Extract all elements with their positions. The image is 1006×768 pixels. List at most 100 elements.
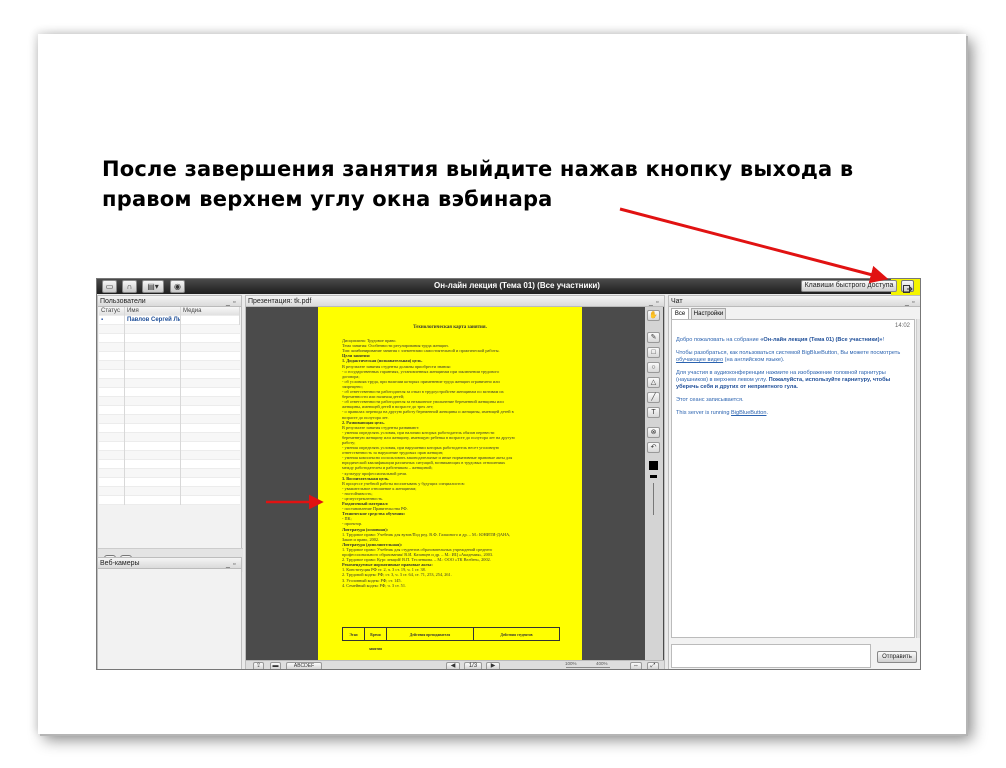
undo-icon[interactable]: ↶ [647,442,660,453]
tutorial-video-link[interactable]: обучающее видео [676,357,723,363]
maximize-icon[interactable]: ▫ [233,559,235,570]
welcome-message: Добро пожаловать на собрание «Он-лайн ле… [676,337,885,343]
webcams-panel: Веб-камеры _ ▫ [97,557,242,669]
table-row [99,397,240,406]
record-icon[interactable]: ◉ [170,280,185,293]
chat-scrollbar[interactable] [916,319,920,638]
chat-messages: 14:02 Добро пожаловать на собрание «Он-л… [671,319,915,638]
table-row[interactable]: ▪ Павлов Сергей Львович [99,316,240,325]
instruction-heading: После завершения занятия выйдите нажав к… [102,154,942,214]
zoom-max-label: 400% [596,661,608,666]
table-row [99,451,240,460]
line-icon[interactable]: ╱ [647,392,660,403]
heading-line-1: После завершения занятия выйдите нажав к… [102,157,854,181]
next-page-icon[interactable]: ▶ [486,662,500,669]
ellipse-icon[interactable]: ○ [647,362,660,373]
pan-hand-icon[interactable]: ✋ [647,310,660,321]
heading-line-2: правом верхнем углу окна вэбинара [102,187,553,211]
chat-input[interactable] [671,644,871,668]
triangle-icon[interactable]: △ [647,377,660,388]
bigbluebutton-link[interactable]: BigBlueButton [731,410,766,416]
clear-icon[interactable]: ⊗ [647,427,660,438]
table-header-cell: Действия студентов [500,633,533,637]
table-row [99,370,240,379]
table-header-cell: Действия преподавателя [387,628,474,640]
fit-width-icon[interactable]: ⇔ [630,662,642,669]
table-header-cell: Этап [343,628,365,640]
table-row [99,352,240,361]
table-row [99,469,240,478]
webcams-panel-title: Веб-камеры [100,560,140,567]
upload-icon[interactable]: ⇪ [253,662,264,669]
fit-page-icon[interactable]: ▬ [270,662,281,669]
layout-menu-icon[interactable]: ▤▾ [142,280,164,293]
logout-button[interactable] [901,280,914,293]
table-row [99,496,240,505]
table-header-cell: Время занятия [365,628,387,651]
media-cell [181,316,240,325]
presentation-panel: Презентация: tk.pdf _ ▫ Технологическая … [245,295,665,669]
chat-title: Чат [671,298,683,305]
tab-settings[interactable]: Настройки [691,308,726,319]
maximize-icon[interactable]: ▫ [912,297,914,308]
table-row [99,460,240,469]
top-toolbar: ▭ ∩ ▤▾ ◉ Он-лайн лекция (Тема 01) (Все у… [97,279,920,305]
document-line: 4. Семейный кодекс РФ; ч. 3 ст. 51. [342,582,407,588]
table-row [99,424,240,433]
zoom-slider[interactable] [566,667,610,668]
table-row [99,325,240,334]
column-name[interactable]: Имя [125,307,181,316]
logout-icon [903,285,913,293]
users-panel-header: Пользователи _ ▫ [98,296,241,307]
thickness-slider[interactable] [653,483,654,515]
fullscreen-icon[interactable]: ⤢ [647,662,659,669]
users-table: Статус Имя Медиа ▪ Павлов Сергей Львович [99,307,240,505]
table-row [99,379,240,388]
server-message: This server is running BigBlueButton. [676,410,769,416]
users-panel-title: Пользователи [100,298,146,305]
prev-page-icon[interactable]: ◀ [446,662,460,669]
font-size-button[interactable]: ABCDEF [286,662,322,669]
status-cell: ▪ [99,316,125,325]
table-row [99,415,240,424]
slide-document: Технологическая карта занятия. Дисциплин… [318,307,582,660]
meeting-title: Он-лайн лекция (Тема 01) (Все участники) [434,281,600,290]
table-row [99,343,240,352]
headset-icon[interactable]: ∩ [122,280,137,293]
tab-all[interactable]: Все [671,308,689,319]
rectangle-icon[interactable]: □ [647,347,660,358]
color-picker-icon[interactable] [649,461,658,470]
thickness-icon[interactable] [650,475,657,478]
tutorial-message: Чтобы разобраться, как пользоваться сист… [676,350,901,363]
table-row [99,388,240,397]
shortcut-keys-button[interactable]: Клавиши быстрого доступа [801,280,897,292]
text-icon[interactable]: T [647,407,660,418]
table-row [99,433,240,442]
screen-share-icon[interactable]: ▭ [102,280,117,293]
minimize-icon[interactable]: _ [905,297,909,308]
send-button[interactable]: Отправить [877,651,917,663]
webinar-window: ▭ ∩ ▤▾ ◉ Он-лайн лекция (Тема 01) (Все у… [96,278,921,670]
zoom-min-label: 100% [565,661,577,666]
recording-message: Этот сеанс записывается. [676,397,744,403]
minimize-icon[interactable]: _ [226,559,230,570]
presenter-icon: ▪ [101,317,104,323]
document-title: Технологическая карта занятия. [413,325,487,330]
users-panel: Пользователи _ ▫ Статус Имя Медиа ▪ Павл… [97,295,243,572]
user-name: Павлов Сергей Львович [125,316,181,325]
table-row [99,442,240,451]
chat-panel-header: Чат _ ▫ [669,296,920,307]
presentation-title: Презентация: tk.pdf [248,298,312,305]
page-number[interactable]: 1/3 [464,662,482,669]
column-status[interactable]: Статус [99,307,125,316]
whiteboard-toolbar: ✋ ✎ □ ○ △ ╱ T ⊗ ↶ [645,307,663,660]
presentation-panel-header: Презентация: tk.pdf _ ▫ [246,296,664,307]
table-row [99,361,240,370]
column-media[interactable]: Медиа [181,307,240,316]
audio-message: Для участия в аудиоконференции нажмите н… [676,370,891,390]
pencil-icon[interactable]: ✎ [647,332,660,343]
users-table-header: Статус Имя Медиа [99,307,240,316]
table-row [99,334,240,343]
presentation-footer: ⇪ ▬ ABCDEF ◀ 1/3 ▶ 100% 400% ⇔ ⤢ [246,660,664,669]
table-row [99,487,240,496]
